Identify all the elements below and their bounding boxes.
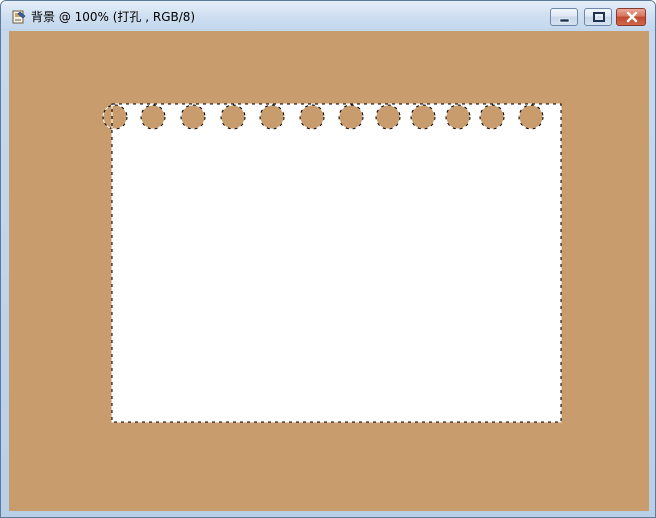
canvas-artwork — [102, 103, 562, 423]
close-button[interactable] — [616, 8, 646, 26]
title-bar[interactable]: 背景 @ 100% (打孔 , RGB/8) — [1, 1, 655, 31]
maximize-button[interactable] — [584, 8, 612, 26]
close-icon — [626, 11, 638, 23]
minimize-icon — [559, 18, 570, 23]
document-canvas[interactable] — [9, 31, 649, 511]
minimize-button[interactable] — [550, 8, 578, 26]
paper-sheet — [112, 104, 561, 422]
document-window: 背景 @ 100% (打孔 , RGB/8) — [0, 0, 656, 518]
window-title: 背景 @ 100% (打孔 , RGB/8) — [31, 10, 196, 24]
maximize-icon — [593, 12, 605, 22]
photoshop-document-icon — [12, 10, 26, 24]
